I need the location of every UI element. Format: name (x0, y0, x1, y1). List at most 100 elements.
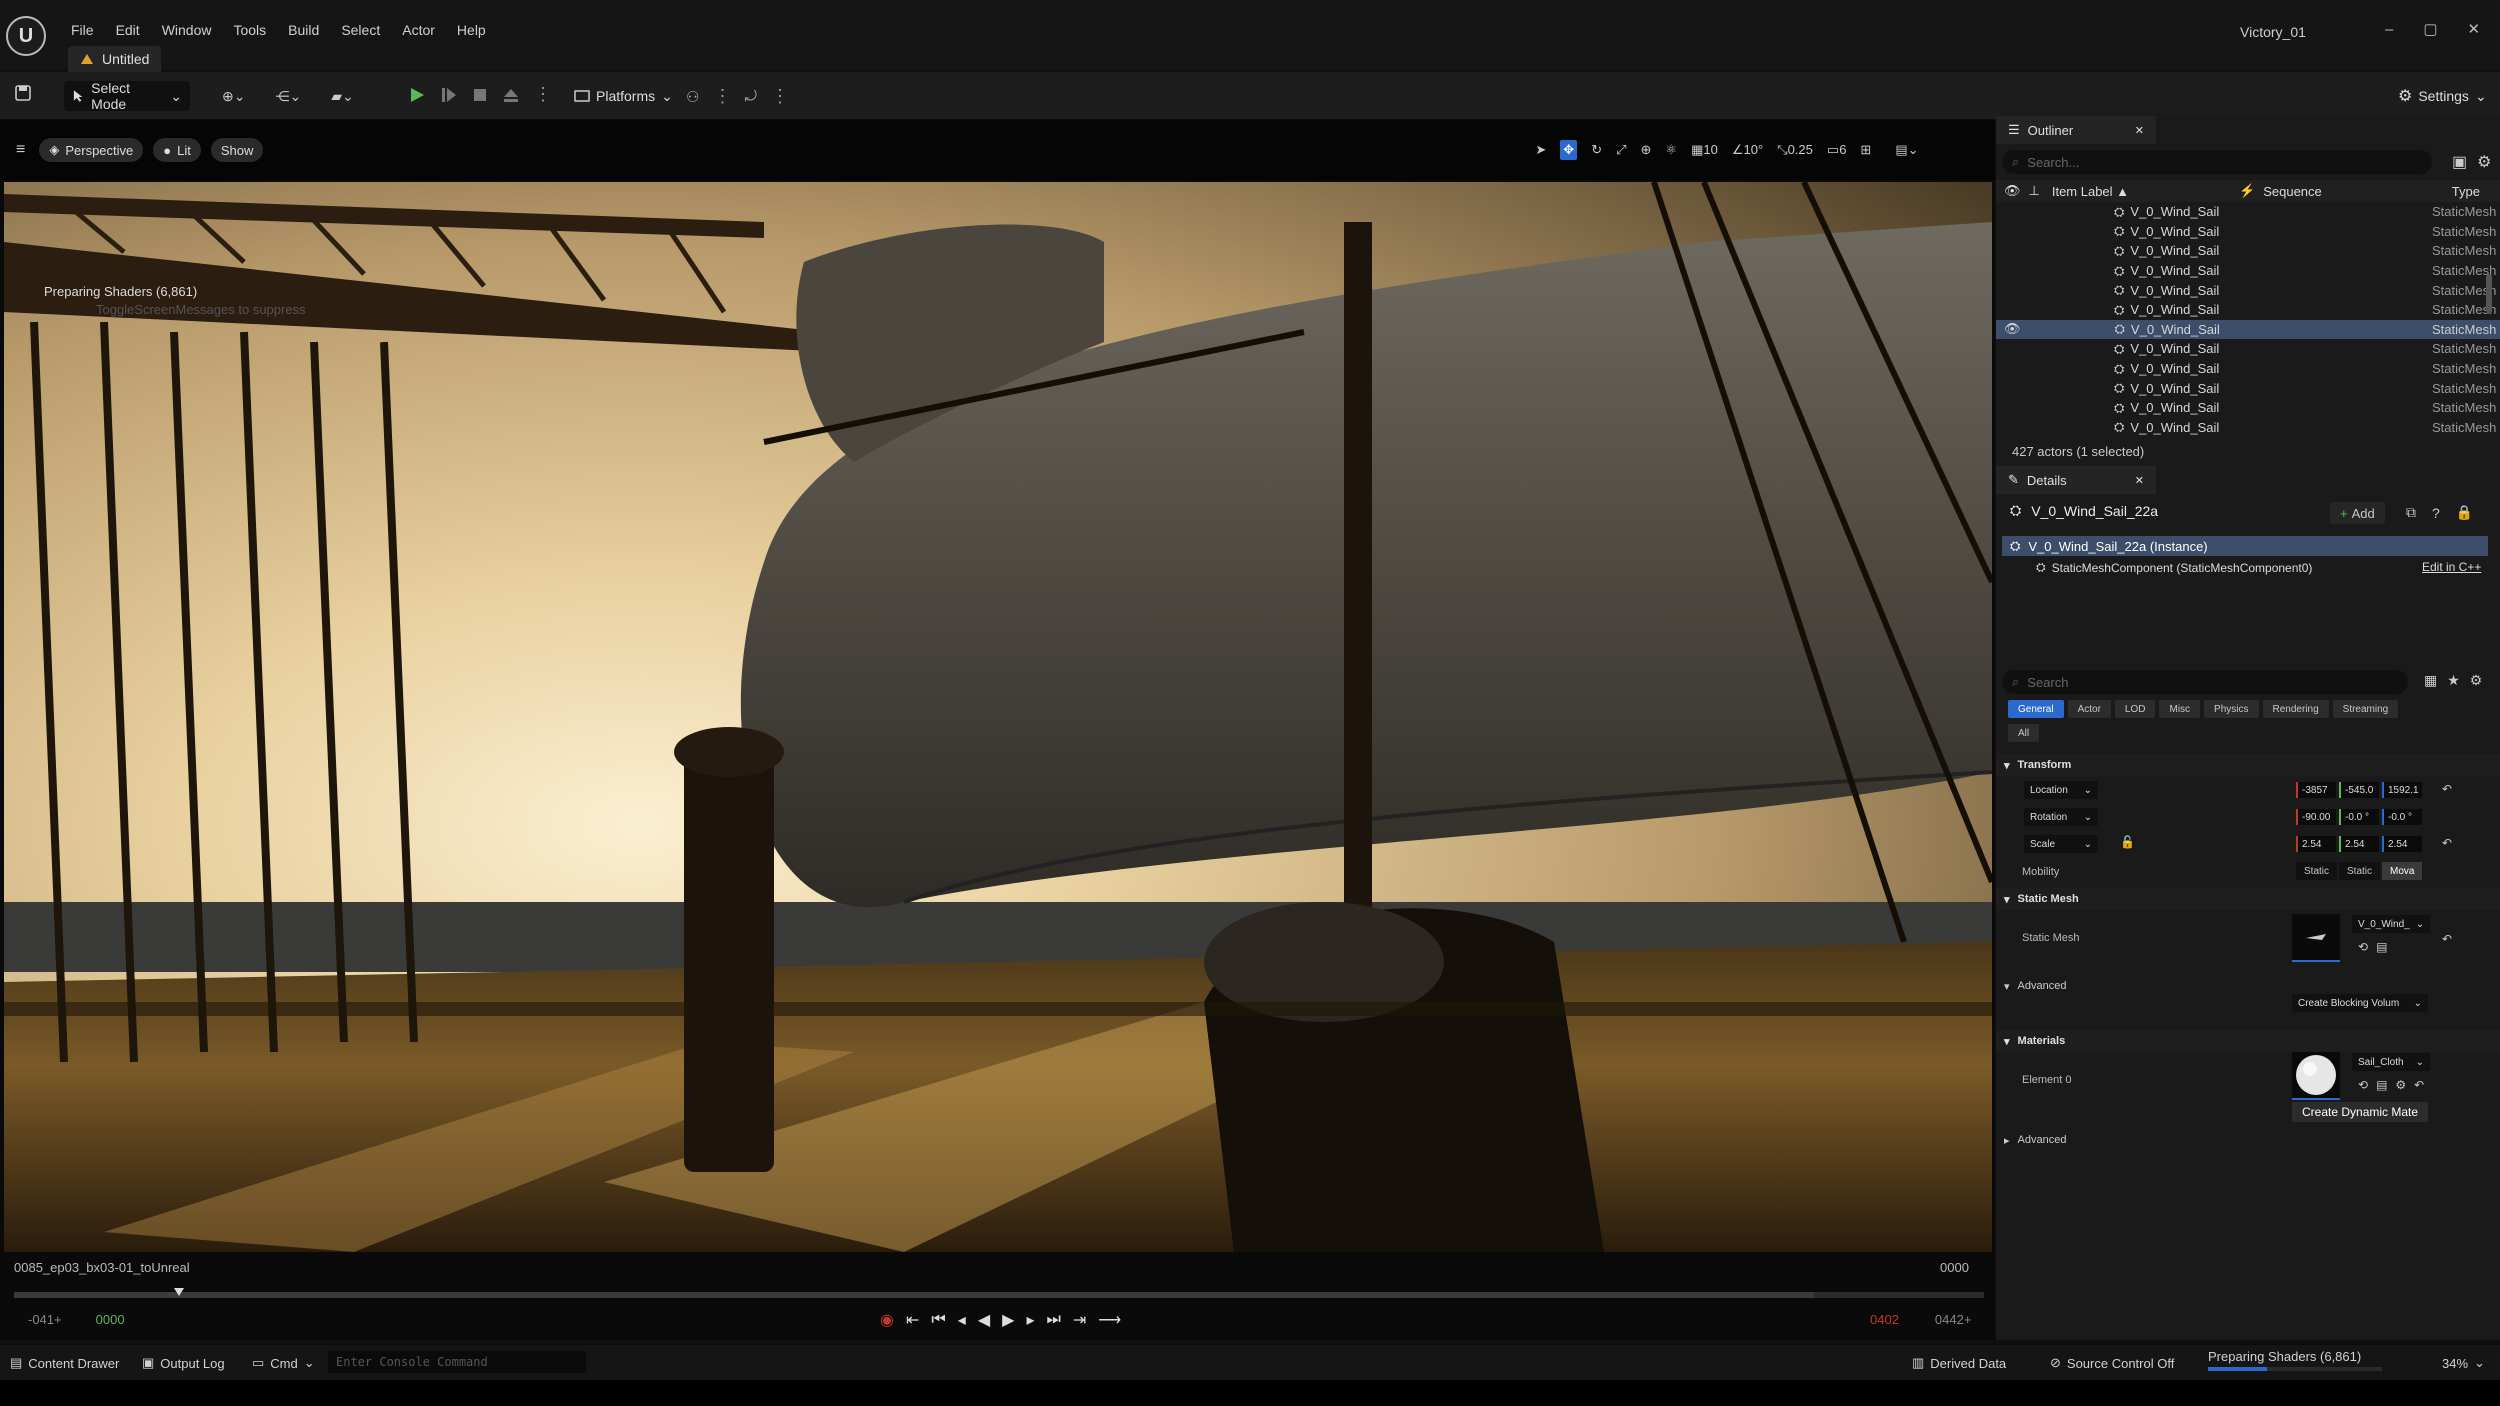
add-folder-icon[interactable]: ▣ (2452, 152, 2467, 172)
eject-icon[interactable] (502, 86, 520, 104)
menu-actor[interactable]: Actor (391, 18, 446, 42)
menu-window[interactable]: Window (151, 18, 223, 42)
outliner-row[interactable]: ⛭ V_0_Wind_Sail StaticMesh (1996, 261, 2500, 281)
step-back-icon[interactable]: ◂ (958, 1310, 966, 1330)
save-icon[interactable] (14, 84, 32, 102)
details-search-input[interactable]: ⌕ Search (2002, 670, 2408, 694)
blueprint-icon[interactable]: ⧉ (2406, 504, 2416, 521)
outliner-scrollbar[interactable] (2486, 274, 2492, 314)
star-icon[interactable]: ★ (2447, 672, 2460, 689)
details-tab[interactable]: ✎ Details ✕ (1996, 466, 2156, 494)
range-start-label[interactable]: -041+ (28, 1312, 62, 1327)
add-component-button[interactable]: + Add (2330, 502, 2385, 524)
outliner-row[interactable]: ⛭ V_0_Wind_Sail StaticMesh (1996, 359, 2500, 379)
outliner-row[interactable]: ⛭ V_0_Wind_Sail StaticMesh (1996, 222, 2500, 242)
minimize-button[interactable]: – (2385, 21, 2393, 38)
rotation-dropdown[interactable]: Rotation ⌄ (2024, 808, 2098, 826)
material-thumbnail[interactable] (2292, 1052, 2340, 1100)
settings-button[interactable]: ⚙ Settings ⌄ (2390, 81, 2495, 111)
lit-button[interactable]: ● Lit (153, 138, 201, 162)
select-mode-dropdown[interactable]: Select Mode ⌄ (64, 80, 190, 112)
settings-group-icon[interactable]: ⚇ (686, 88, 699, 106)
menu-help[interactable]: Help (446, 18, 497, 42)
maximize-button[interactable]: ▢ (2423, 20, 2437, 38)
show-button[interactable]: Show (210, 138, 264, 162)
rotation-x-field[interactable]: -90.00 (2296, 809, 2336, 825)
scale-x-field[interactable]: 2.54 (2296, 836, 2336, 852)
materials-section-header[interactable]: ▾ Materials (1996, 1030, 2500, 1052)
outliner-row[interactable]: ⛭ V_0_Wind_Sail StaticMesh (1996, 418, 2500, 438)
playhead-marker[interactable] (174, 1288, 184, 1296)
more-options-icon[interactable]: ⋮ (534, 84, 552, 105)
camera-speed-button[interactable]: ▭6 (1827, 142, 1847, 158)
mobility-static[interactable]: Static (2296, 862, 2338, 880)
source-control-button[interactable]: ⊘ Source Control Off (2050, 1355, 2174, 1371)
scale-dropdown[interactable]: Scale ⌄ (2024, 835, 2098, 853)
filter-streaming[interactable]: Streaming (2332, 700, 2399, 718)
filter-rendering[interactable]: Rendering (2262, 700, 2329, 718)
step-back-key-icon[interactable]: ⏮ (931, 1311, 945, 1329)
add-actor-icon[interactable]: ⊕⌄ (222, 88, 245, 105)
cmd-dropdown[interactable]: ▭ Cmd ⌄ (252, 1355, 315, 1371)
step-icon[interactable] (440, 86, 458, 104)
close-button[interactable]: ✕ (2468, 20, 2481, 38)
viewport-layout-dropdown[interactable]: ▤⌄ (1895, 142, 1918, 158)
use-selected-icon[interactable]: ▤ (2376, 1078, 2387, 1092)
scale-tool-icon[interactable]: ⤢ (1616, 142, 1626, 158)
perspective-button[interactable]: ◈ Perspective (39, 138, 144, 162)
lock-icon[interactable]: 🔒 (2456, 504, 2473, 521)
create-dynamic-material-button[interactable]: Create Dynamic Mate (2292, 1102, 2428, 1122)
static-mesh-advanced[interactable]: ▾ Advanced (1996, 976, 2066, 996)
visibility-icon[interactable]: 👁 (2004, 321, 2021, 337)
shader-progress[interactable]: Preparing Shaders (6,861) (2208, 1349, 2382, 1371)
mobility-stationary[interactable]: Static (2339, 862, 2381, 880)
component-row[interactable]: ⛭ StaticMeshComponent (StaticMeshCompone… (2036, 560, 2312, 575)
location-z-field[interactable]: 1592.1 (2382, 782, 2422, 798)
menu-select[interactable]: Select (330, 18, 391, 42)
close-tab-icon[interactable]: ✕ (2135, 124, 2144, 137)
location-x-field[interactable]: -3857 (2296, 782, 2336, 798)
filter-physics[interactable]: Physics (2204, 700, 2259, 718)
use-selected-icon[interactable]: ▤ (2376, 940, 2387, 954)
more-options-icon[interactable]: ⋮ (771, 86, 789, 107)
actor-name[interactable]: V_0_Wind_Sail_22a (2031, 503, 2158, 519)
stop-icon[interactable] (472, 87, 488, 103)
close-tab-icon[interactable]: ✕ (2135, 474, 2144, 487)
progress-percent[interactable]: 34% ⌄ (2442, 1355, 2485, 1371)
static-mesh-section-header[interactable]: ▾ Static Mesh (1996, 888, 2500, 910)
type-column[interactable]: Type (2452, 184, 2480, 199)
current-frame-label[interactable]: 0000 (96, 1312, 125, 1327)
filter-all[interactable]: All (2008, 724, 2040, 742)
level-tab[interactable]: Untitled (68, 46, 162, 72)
viewport-scene[interactable]: Preparing Shaders (6,861) ToggleScreenMe… (4, 182, 1992, 1252)
sequence-column[interactable]: Sequence (2263, 184, 2322, 199)
reset-icon[interactable]: ↶ (2442, 782, 2452, 796)
play-reverse-icon[interactable]: ◀ (978, 1310, 990, 1330)
filter-misc[interactable]: Misc (2159, 700, 2201, 718)
translate-tool-icon[interactable]: ✥ (1560, 140, 1578, 160)
item-label-column[interactable]: Item Label ▲ (2052, 184, 2129, 199)
outliner-tab[interactable]: ☰ Outliner ✕ (1996, 116, 2156, 144)
hamburger-menu-icon[interactable]: ≡ (16, 141, 25, 159)
browse-icon[interactable]: ⟲ (2358, 940, 2368, 954)
rotation-y-field[interactable]: -0.0 ° (2339, 809, 2379, 825)
table-view-icon[interactable]: ▦ (2424, 672, 2437, 689)
rotate-tool-icon[interactable]: ↻ (1591, 142, 1602, 158)
surface-snap-icon[interactable]: ⚛ (1665, 142, 1677, 158)
record-icon[interactable]: ◉ (880, 1310, 894, 1330)
scale-z-field[interactable]: 2.54 (2382, 836, 2422, 852)
reset-icon[interactable]: ↶ (2442, 932, 2452, 946)
angle-snap-button[interactable]: ∠10° (1732, 142, 1763, 158)
step-forward-key-icon[interactable]: ⏭ (1046, 1311, 1060, 1329)
outliner-row[interactable]: ⛭ V_0_Wind_Sail StaticMesh (1996, 398, 2500, 418)
revision-icon[interactable]: ⤾ (744, 88, 757, 105)
scale-y-field[interactable]: 2.54 (2339, 836, 2379, 852)
settings-icon[interactable]: ⚙ (2395, 1078, 2406, 1092)
visibility-column-icon[interactable]: 👁 (2004, 183, 2021, 199)
output-log-button[interactable]: ▣ Output Log (142, 1355, 225, 1371)
grid-snap-button[interactable]: ▦10 (1691, 142, 1718, 158)
blueprint-icon[interactable]: ⋲⌄ (275, 88, 301, 105)
more-options-icon[interactable]: ⋮ (713, 86, 731, 107)
range-total-label[interactable]: 0442+ (1935, 1312, 1972, 1327)
reset-icon[interactable]: ↶ (2414, 1078, 2424, 1092)
